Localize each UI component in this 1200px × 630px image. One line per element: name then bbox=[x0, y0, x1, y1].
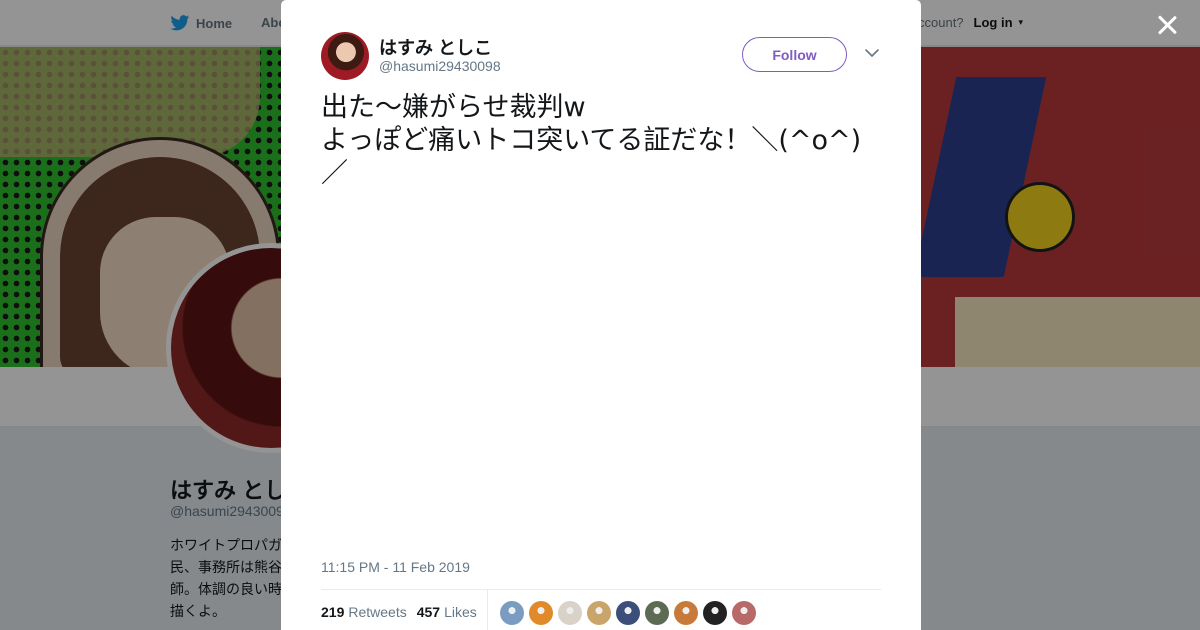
likes-count: 457 bbox=[416, 604, 441, 620]
follow-button[interactable]: Follow bbox=[742, 37, 847, 72]
tweet-text: 出た〜嫌がらせ裁判w よっぽど痛いトコ突いてる証だな！＼(^o^) ／ bbox=[321, 92, 862, 189]
chevron-down-icon[interactable] bbox=[864, 45, 880, 61]
liker-avatar[interactable] bbox=[703, 601, 727, 625]
likes-label: Likes bbox=[444, 604, 477, 620]
close-icon[interactable] bbox=[1154, 12, 1180, 38]
likes-stat[interactable]: 457 Likes bbox=[417, 604, 477, 620]
retweets-label: Retweets bbox=[348, 604, 407, 620]
liker-avatar[interactable] bbox=[674, 601, 698, 625]
liker-avatar[interactable] bbox=[587, 601, 611, 625]
tweet-divider bbox=[321, 589, 881, 590]
retweets-stat[interactable]: 219 Retweets bbox=[321, 604, 407, 620]
liker-avatars bbox=[500, 601, 756, 625]
liker-avatar[interactable] bbox=[500, 601, 524, 625]
tweet-timestamp[interactable]: 11:15 PM - 11 Feb 2019 bbox=[321, 559, 470, 575]
liker-avatar[interactable] bbox=[732, 601, 756, 625]
tweet-modal: はすみ としこ @hasumi29430098 Follow 出た〜嫌がらせ裁判… bbox=[281, 0, 921, 630]
stats-separator bbox=[487, 590, 488, 630]
tweet-author-handle[interactable]: @hasumi29430098 bbox=[379, 58, 501, 74]
liker-avatar[interactable] bbox=[616, 601, 640, 625]
liker-avatar[interactable] bbox=[558, 601, 582, 625]
tweet-stats: 219 Retweets 457 Likes bbox=[321, 604, 477, 620]
tweet-author-avatar[interactable] bbox=[321, 32, 369, 80]
liker-avatar[interactable] bbox=[645, 601, 669, 625]
retweets-count: 219 bbox=[321, 604, 345, 620]
liker-avatar[interactable] bbox=[529, 601, 553, 625]
tweet-author-name[interactable]: はすみ としこ bbox=[379, 34, 492, 60]
